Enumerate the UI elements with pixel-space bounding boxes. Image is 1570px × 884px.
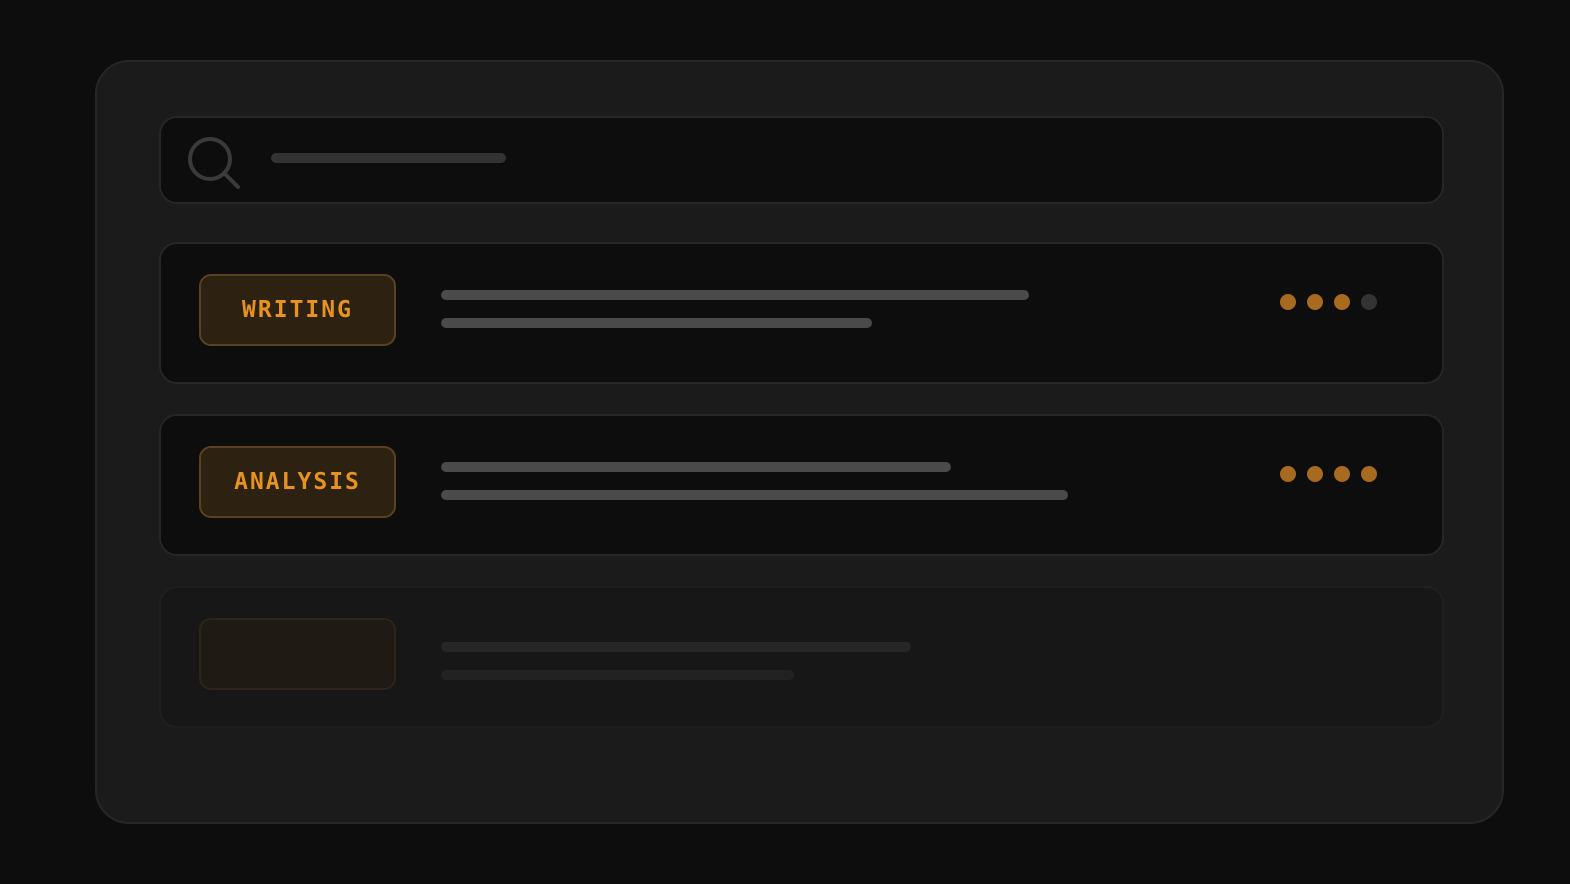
card-title-skeleton	[441, 462, 951, 472]
rating-dot	[1334, 466, 1350, 482]
search-placeholder-skeleton	[271, 153, 506, 163]
card-writing[interactable]: WRITING	[159, 242, 1444, 384]
card-analysis[interactable]: ANALYSIS	[159, 414, 1444, 556]
rating-dots	[1280, 294, 1377, 310]
rating-dot	[1280, 466, 1296, 482]
card-subtitle-skeleton	[441, 670, 794, 680]
category-tag-placeholder	[199, 618, 396, 690]
rating-dot	[1307, 466, 1323, 482]
card-loading-placeholder	[159, 586, 1444, 728]
category-tag-writing: WRITING	[199, 274, 396, 346]
card-subtitle-skeleton	[441, 318, 872, 328]
card-title-skeleton	[441, 642, 911, 652]
card-title-skeleton	[441, 290, 1029, 300]
main-panel: WRITING ANALYSIS	[95, 60, 1504, 824]
rating-dot	[1280, 294, 1296, 310]
rating-dots	[1280, 466, 1377, 482]
category-tag-analysis: ANALYSIS	[199, 446, 396, 518]
search-icon	[188, 137, 240, 189]
rating-dot	[1307, 294, 1323, 310]
rating-dot	[1361, 294, 1377, 310]
rating-dot	[1334, 294, 1350, 310]
rating-dot	[1361, 466, 1377, 482]
search-bar[interactable]	[159, 116, 1444, 204]
card-subtitle-skeleton	[441, 490, 1068, 500]
